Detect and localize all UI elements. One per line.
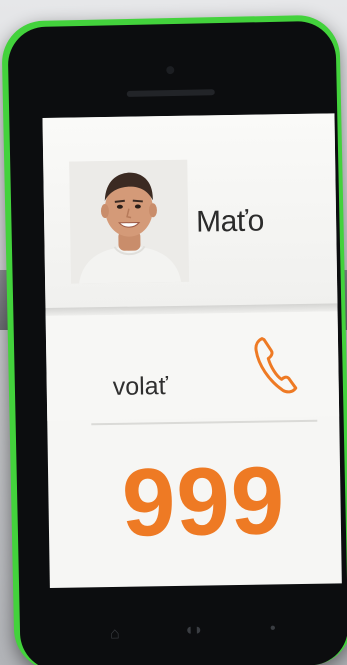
phone-screen: Maťo volať 999 [42, 113, 342, 588]
smartphone: Maťo volať 999 ⌂ ◖◗ • [1, 14, 347, 665]
hardware-buttons: ⌂ ◖◗ • [80, 609, 301, 654]
dot-key-icon[interactable]: • [270, 620, 276, 638]
earpiece-speaker [126, 89, 215, 97]
call-action-row[interactable]: volať [45, 311, 340, 421]
contact-header: Maťo [42, 113, 338, 314]
contact-name: Maťo [195, 204, 265, 239]
home-key-icon[interactable]: ⌂ [110, 625, 120, 643]
phone-front-bezel: Maťo volať 999 ⌂ ◖◗ • [7, 20, 347, 665]
avatar-photo-icon [69, 159, 190, 284]
dial-number[interactable]: 999 [48, 445, 342, 560]
row-divider [91, 419, 318, 426]
front-camera [166, 65, 175, 75]
phone-handset-icon[interactable] [252, 334, 299, 395]
center-key-icon[interactable]: ◖◗ [184, 622, 204, 640]
call-label: volať [112, 372, 169, 401]
contact-avatar [69, 159, 190, 284]
photo-scene: Maťo volať 999 ⌂ ◖◗ • [0, 0, 347, 665]
